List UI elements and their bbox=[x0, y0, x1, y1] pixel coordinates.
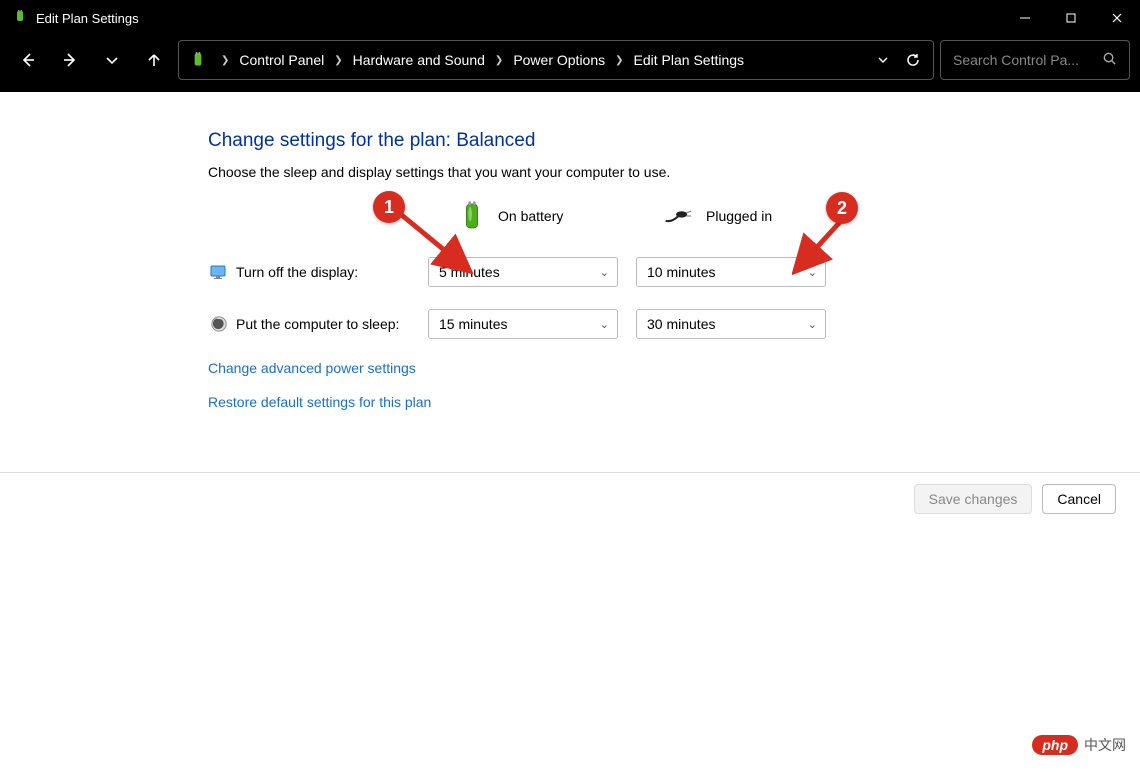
column-label-plugged: Plugged in bbox=[706, 208, 772, 224]
column-label-battery: On battery bbox=[498, 208, 563, 224]
watermark-pill: php bbox=[1032, 735, 1078, 755]
page-subtext: Choose the sleep and display settings th… bbox=[208, 164, 1140, 180]
search-input[interactable]: Search Control Pa... bbox=[940, 40, 1130, 80]
up-button[interactable] bbox=[136, 42, 172, 78]
battery-icon bbox=[189, 51, 207, 69]
breadcrumb-item[interactable]: Control Panel bbox=[239, 52, 324, 68]
recent-locations-button[interactable] bbox=[94, 42, 130, 78]
sleep-battery-select[interactable]: 15 minutes ⌄ bbox=[428, 309, 618, 339]
save-changes-button[interactable]: Save changes bbox=[914, 484, 1033, 514]
setting-row-sleep: Put the computer to sleep: 15 minutes ⌄ … bbox=[208, 308, 1140, 340]
breadcrumb-item[interactable]: Power Options bbox=[513, 52, 605, 68]
sleep-plugged-select[interactable]: 30 minutes ⌄ bbox=[636, 309, 826, 339]
page-heading: Change settings for the plan: Balanced bbox=[208, 130, 1140, 152]
refresh-button[interactable] bbox=[903, 52, 923, 68]
back-button[interactable] bbox=[10, 42, 46, 78]
chevron-right-icon: ❯ bbox=[611, 55, 627, 66]
row-label-sleep: Put the computer to sleep: bbox=[236, 316, 428, 332]
chevron-right-icon: ❯ bbox=[330, 55, 346, 66]
chevron-down-icon[interactable] bbox=[873, 54, 893, 66]
advanced-settings-link[interactable]: Change advanced power settings bbox=[208, 360, 1140, 376]
nav-bar: ❯ Control Panel ❯ Hardware and Sound ❯ P… bbox=[0, 36, 1140, 92]
plug-icon bbox=[664, 200, 696, 232]
breadcrumb-item[interactable]: Hardware and Sound bbox=[353, 52, 485, 68]
chevron-right-icon: ❯ bbox=[217, 55, 233, 66]
breadcrumb-item[interactable]: Edit Plan Settings bbox=[634, 52, 745, 68]
cancel-button[interactable]: Cancel bbox=[1042, 484, 1116, 514]
minimize-button[interactable] bbox=[1002, 0, 1048, 36]
maximize-button[interactable] bbox=[1048, 0, 1094, 36]
restore-defaults-link[interactable]: Restore default settings for this plan bbox=[208, 394, 1140, 410]
search-placeholder: Search Control Pa... bbox=[953, 52, 1094, 68]
app-icon bbox=[12, 10, 28, 26]
annotation-badge-2: 2 bbox=[826, 192, 858, 224]
display-icon bbox=[208, 261, 230, 283]
sleep-icon bbox=[208, 313, 230, 335]
annotation-arrow-2 bbox=[792, 216, 852, 280]
forward-button[interactable] bbox=[52, 42, 88, 78]
chevron-down-icon: ⌄ bbox=[600, 318, 609, 331]
watermark-text: 中文网 bbox=[1084, 735, 1126, 755]
setting-row-display: Turn off the display: 5 minutes ⌄ 10 min… bbox=[208, 256, 1140, 288]
footer-bar: Save changes Cancel bbox=[0, 472, 1140, 524]
breadcrumb[interactable]: ❯ Control Panel ❯ Hardware and Sound ❯ P… bbox=[178, 40, 934, 80]
chevron-down-icon: ⌄ bbox=[600, 266, 609, 279]
content-area: Change settings for the plan: Balanced C… bbox=[0, 92, 1140, 472]
search-icon bbox=[1102, 51, 1117, 69]
close-button[interactable] bbox=[1094, 0, 1140, 36]
watermark: php 中文网 bbox=[1032, 735, 1126, 755]
window-title: Edit Plan Settings bbox=[36, 11, 139, 26]
chevron-right-icon: ❯ bbox=[491, 55, 507, 66]
title-bar: Edit Plan Settings bbox=[0, 0, 1140, 36]
chevron-down-icon: ⌄ bbox=[808, 318, 817, 331]
annotation-badge-1: 1 bbox=[373, 191, 405, 223]
